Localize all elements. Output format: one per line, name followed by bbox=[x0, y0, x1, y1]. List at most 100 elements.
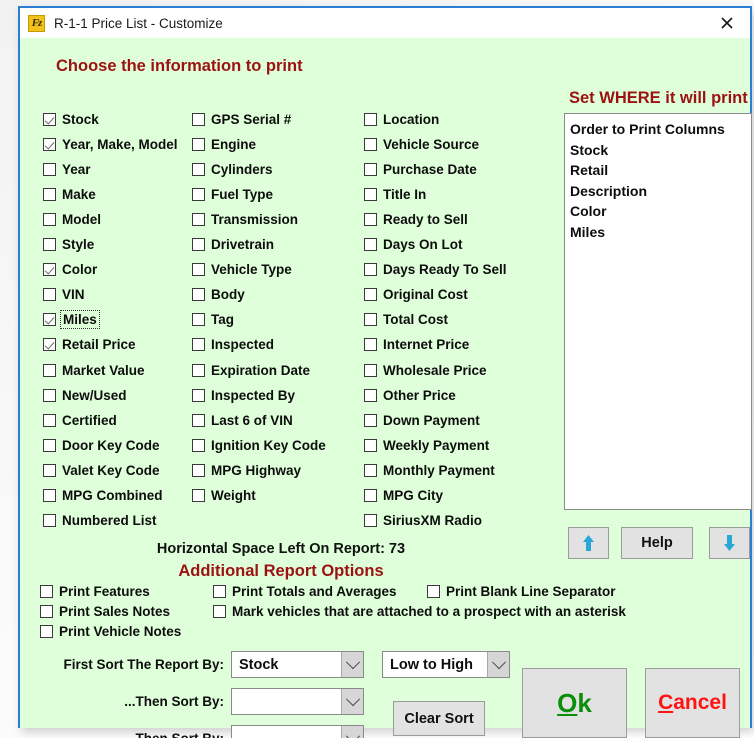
checkbox-unchecked-icon[interactable] bbox=[364, 489, 377, 502]
sort-direction-select[interactable]: Low to High bbox=[382, 651, 510, 678]
order-to-print-listbox[interactable]: Order to Print Columns Stock Retail Descrip… bbox=[564, 113, 752, 510]
checkbox-unchecked-icon[interactable] bbox=[192, 112, 205, 126]
checkbox-unchecked-icon[interactable] bbox=[364, 212, 377, 226]
checkbox-col3-16[interactable]: SiriusXM Radio bbox=[364, 512, 482, 530]
checkbox-col1-14[interactable]: Valet Key Code bbox=[43, 461, 160, 479]
checkbox-unchecked-icon[interactable] bbox=[192, 313, 205, 327]
addopt-col2-0[interactable]: Print Totals and Averages bbox=[213, 582, 397, 600]
checkbox-unchecked-icon[interactable] bbox=[192, 263, 205, 277]
checkbox-unchecked-icon[interactable] bbox=[192, 162, 205, 176]
checkbox-col3-15[interactable]: MPG City bbox=[364, 487, 443, 505]
checkbox-col3-2[interactable]: Purchase Date bbox=[364, 160, 477, 178]
order-list-item[interactable]: Description bbox=[570, 181, 751, 202]
checkbox-col2-13[interactable]: Ignition Key Code bbox=[192, 436, 326, 454]
checkbox-unchecked-icon[interactable] bbox=[364, 187, 377, 201]
checkbox-unchecked-icon[interactable] bbox=[192, 338, 205, 352]
checkbox-unchecked-icon[interactable] bbox=[364, 238, 377, 251]
checkbox-unchecked-icon[interactable] bbox=[364, 463, 377, 477]
order-list-item[interactable]: Retail bbox=[570, 160, 751, 181]
checkbox-unchecked-icon[interactable] bbox=[43, 288, 56, 302]
checkbox-unchecked-icon[interactable] bbox=[364, 413, 377, 427]
checkbox-unchecked-icon[interactable] bbox=[364, 112, 377, 126]
checkbox-unchecked-icon[interactable] bbox=[40, 604, 53, 618]
checkbox-unchecked-icon[interactable] bbox=[192, 363, 205, 377]
checkbox-col3-13[interactable]: Weekly Payment bbox=[364, 436, 489, 454]
checkbox-col2-12[interactable]: Last 6 of VIN bbox=[192, 411, 293, 429]
addopt-col2-1[interactable]: Mark vehicles that are attached to a pro… bbox=[213, 602, 626, 620]
checkbox-col2-0[interactable]: GPS Serial # bbox=[192, 110, 291, 128]
checkbox-unchecked-icon[interactable] bbox=[192, 212, 205, 226]
checkbox-unchecked-icon[interactable] bbox=[192, 413, 205, 427]
checkbox-unchecked-icon[interactable] bbox=[364, 137, 377, 151]
checkbox-unchecked-icon[interactable] bbox=[364, 288, 377, 302]
checkbox-col3-14[interactable]: Monthly Payment bbox=[364, 461, 495, 479]
checkbox-col3-3[interactable]: Title In bbox=[364, 185, 426, 203]
checkbox-col1-13[interactable]: Door Key Code bbox=[43, 436, 160, 454]
cancel-button[interactable]: Cancel bbox=[645, 668, 740, 738]
checkbox-unchecked-icon[interactable] bbox=[213, 584, 226, 598]
checkbox-unchecked-icon[interactable] bbox=[40, 584, 53, 598]
checkbox-col3-6[interactable]: Days Ready To Sell bbox=[364, 261, 507, 279]
checkbox-col1-12[interactable]: Certified bbox=[43, 411, 117, 429]
checkbox-col1-7[interactable]: VIN bbox=[43, 286, 85, 304]
checkbox-col1-4[interactable]: Model bbox=[43, 210, 101, 228]
checkbox-unchecked-icon[interactable] bbox=[364, 363, 377, 377]
checkbox-col3-0[interactable]: Location bbox=[364, 110, 439, 128]
checkbox-col2-9[interactable]: Inspected bbox=[192, 336, 274, 354]
checkbox-col3-11[interactable]: Other Price bbox=[364, 386, 456, 404]
checkbox-unchecked-icon[interactable] bbox=[192, 238, 205, 251]
checkbox-unchecked-icon[interactable] bbox=[43, 438, 56, 452]
first-sort-select[interactable]: Stock bbox=[231, 651, 364, 678]
chevron-down-icon[interactable] bbox=[487, 652, 509, 677]
chevron-down-icon[interactable] bbox=[341, 652, 363, 677]
checkbox-unchecked-icon[interactable] bbox=[192, 438, 205, 452]
checkbox-col1-10[interactable]: Market Value bbox=[43, 361, 145, 379]
checkbox-col2-14[interactable]: MPG Highway bbox=[192, 461, 301, 479]
order-list-item[interactable]: Order to Print Columns bbox=[570, 119, 751, 140]
order-list-item[interactable]: Miles bbox=[570, 222, 751, 243]
checkbox-unchecked-icon[interactable] bbox=[43, 162, 56, 176]
chevron-down-icon[interactable] bbox=[341, 689, 363, 714]
checkbox-col1-9[interactable]: Retail Price bbox=[43, 336, 136, 354]
addopt-col3-0[interactable]: Print Blank Line Separator bbox=[427, 582, 616, 600]
checkbox-col1-5[interactable]: Style bbox=[43, 236, 94, 254]
help-button[interactable]: Help bbox=[621, 527, 693, 559]
checkbox-col2-7[interactable]: Body bbox=[192, 286, 245, 304]
checkbox-unchecked-icon[interactable] bbox=[192, 463, 205, 477]
checkbox-col2-5[interactable]: Drivetrain bbox=[192, 236, 274, 254]
move-down-button[interactable] bbox=[709, 527, 750, 559]
checkbox-unchecked-icon[interactable] bbox=[43, 238, 56, 251]
checkbox-unchecked-icon[interactable] bbox=[364, 438, 377, 452]
ok-button[interactable]: Ok bbox=[522, 668, 627, 738]
checkbox-col1-1[interactable]: Year, Make, Model bbox=[43, 135, 178, 153]
clear-sort-button[interactable]: Clear Sort bbox=[393, 701, 485, 736]
checkbox-col2-15[interactable]: Weight bbox=[192, 487, 256, 505]
checkbox-checked-icon[interactable] bbox=[43, 137, 56, 151]
checkbox-col1-0[interactable]: Stock bbox=[43, 110, 99, 128]
checkbox-col1-8[interactable]: Miles bbox=[43, 310, 100, 330]
checkbox-unchecked-icon[interactable] bbox=[43, 413, 56, 427]
checkbox-unchecked-icon[interactable] bbox=[364, 338, 377, 352]
checkbox-unchecked-icon[interactable] bbox=[43, 463, 56, 477]
checkbox-col3-8[interactable]: Total Cost bbox=[364, 311, 448, 329]
checkbox-col2-11[interactable]: Inspected By bbox=[192, 386, 295, 404]
checkbox-col3-5[interactable]: Days On Lot bbox=[364, 236, 463, 254]
checkbox-col3-4[interactable]: Ready to Sell bbox=[364, 210, 468, 228]
checkbox-col1-16[interactable]: Numbered List bbox=[43, 512, 157, 530]
close-button[interactable] bbox=[704, 8, 750, 38]
checkbox-col3-9[interactable]: Internet Price bbox=[364, 336, 469, 354]
checkbox-unchecked-icon[interactable] bbox=[364, 162, 377, 176]
addopt-col1-1[interactable]: Print Sales Notes bbox=[40, 602, 170, 620]
checkbox-col2-4[interactable]: Transmission bbox=[192, 210, 298, 228]
checkbox-unchecked-icon[interactable] bbox=[213, 604, 226, 618]
checkbox-unchecked-icon[interactable] bbox=[364, 313, 377, 327]
checkbox-unchecked-icon[interactable] bbox=[364, 388, 377, 402]
checkbox-checked-icon[interactable] bbox=[43, 313, 56, 327]
checkbox-col1-11[interactable]: New/Used bbox=[43, 386, 127, 404]
checkbox-col3-12[interactable]: Down Payment bbox=[364, 411, 480, 429]
checkbox-unchecked-icon[interactable] bbox=[192, 489, 205, 502]
checkbox-col3-10[interactable]: Wholesale Price bbox=[364, 361, 487, 379]
checkbox-col1-15[interactable]: MPG Combined bbox=[43, 487, 163, 505]
checkbox-unchecked-icon[interactable] bbox=[364, 263, 377, 277]
checkbox-unchecked-icon[interactable] bbox=[43, 187, 56, 201]
